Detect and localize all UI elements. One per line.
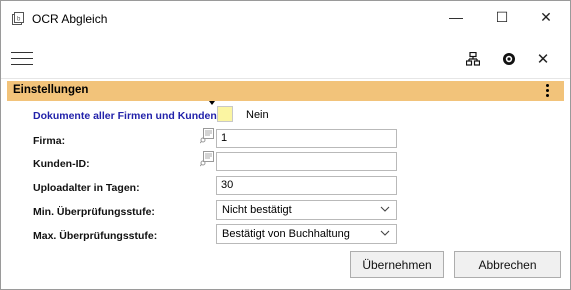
min-stufe-value: Nicht bestätigt <box>222 204 292 216</box>
window-close-button[interactable]: ✕ <box>523 1 569 33</box>
app-window: b OCR Abgleich — ☐ ✕ ✕ Einstellungen Dok… <box>0 0 571 290</box>
lookup-icon[interactable] <box>200 128 214 144</box>
cancel-button[interactable]: Abbrechen <box>454 251 561 278</box>
more-options-icon[interactable] <box>546 84 550 98</box>
marker-icon <box>209 101 215 105</box>
firma-label: Firma: <box>33 135 66 147</box>
title-bar: b OCR Abgleich — ☐ ✕ <box>1 1 570 38</box>
min-stufe-select[interactable]: Nicht bestätigt <box>216 200 397 220</box>
maximize-button[interactable]: ☐ <box>479 1 525 33</box>
max-stufe-value: Bestätigt von Buchhaltung <box>222 228 350 240</box>
menu-icon[interactable] <box>11 52 33 66</box>
kunden-id-field[interactable] <box>216 152 397 171</box>
max-stufe-select[interactable]: Bestätigt von Buchhaltung <box>216 224 397 244</box>
min-stufe-label: Min. Überprüfungsstufe: <box>33 206 155 218</box>
toolbar: ✕ <box>1 39 570 79</box>
section-header[interactable]: Einstellungen <box>7 81 564 101</box>
layout-icon[interactable] <box>464 50 482 68</box>
all-docs-label: Dokumente aller Firmen und Kunden: <box>33 110 221 122</box>
lookup-icon[interactable] <box>200 151 214 167</box>
all-docs-value: Nein <box>246 109 269 121</box>
chevron-down-icon <box>380 206 390 212</box>
panel-close-button[interactable]: ✕ <box>534 50 552 68</box>
max-stufe-label: Max. Überprüfungsstufe: <box>33 230 158 242</box>
help-icon[interactable] <box>500 50 518 68</box>
chevron-down-icon <box>380 230 390 236</box>
apply-button[interactable]: Übernehmen <box>350 251 444 278</box>
window-title: OCR Abgleich <box>32 12 108 26</box>
uploadalter-field[interactable]: 30 <box>216 176 397 195</box>
kunden-id-label: Kunden-ID: <box>33 158 90 170</box>
section-title: Einstellungen <box>13 84 89 96</box>
minimize-button[interactable]: — <box>433 1 479 33</box>
app-icon: b <box>12 12 24 25</box>
firma-field[interactable]: 1 <box>216 129 397 148</box>
all-docs-toggle[interactable] <box>217 106 233 122</box>
uploadalter-label: Uploadalter in Tagen: <box>33 182 140 194</box>
